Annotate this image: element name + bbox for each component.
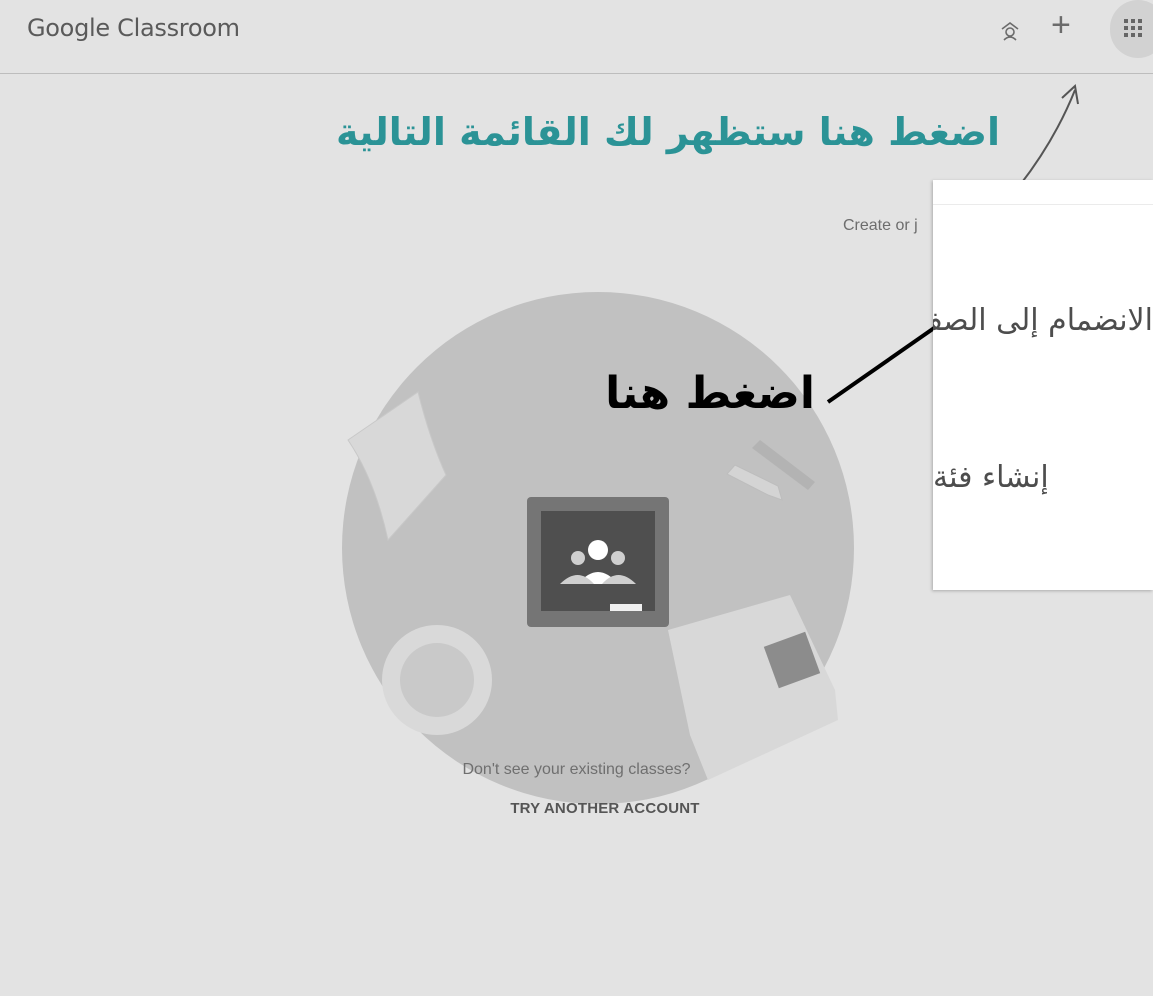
- menu-item-create-class[interactable]: إنشاء فئة: [933, 460, 1153, 495]
- popup-divider: [933, 204, 1153, 205]
- menu-item-join-class[interactable]: الانضمام إلى الصف: [933, 303, 1153, 338]
- create-or-join-text: Create or j: [843, 217, 918, 234]
- top-instruction-annotation: اضغط هنا ستظهر لك القائمة التالية: [335, 110, 1000, 154]
- try-another-account-button[interactable]: TRY ANOTHER ACCOUNT: [490, 800, 720, 817]
- class-menu-popup: الانضمام إلى الصف إنشاء فئة: [933, 180, 1153, 590]
- existing-classes-hint: Don't see your existing classes?: [462, 761, 691, 778]
- click-here-annotation: اضغط هنا: [605, 368, 815, 419]
- apps-pointer-arrow: [1019, 89, 1076, 186]
